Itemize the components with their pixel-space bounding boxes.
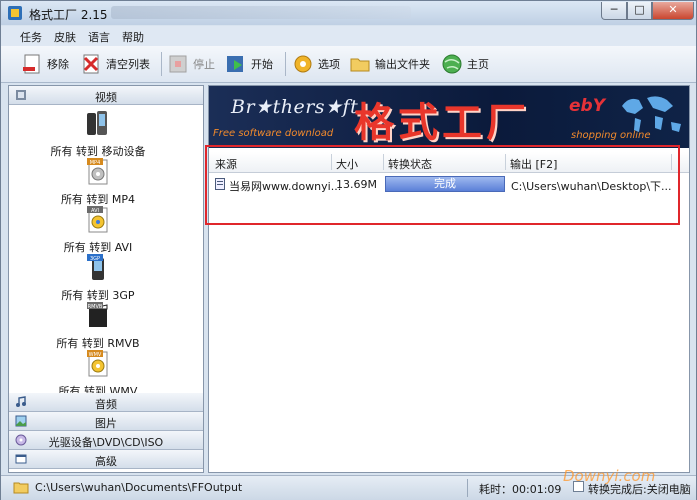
start-label: 开始 xyxy=(251,58,273,71)
world-map-icon xyxy=(622,96,681,132)
menu-skin[interactable]: 皮肤 xyxy=(54,29,76,45)
video-item-mp4[interactable]: MP4 所有 转到 MP4 xyxy=(9,157,187,207)
status-separator xyxy=(467,479,468,497)
toolbar-separator xyxy=(285,52,286,76)
svg-text:AVI: AVI xyxy=(91,208,99,214)
output-folder-button[interactable]: 输出文件夹 xyxy=(349,50,430,78)
task-panel: Br★thers★ft Free software download 格式工厂 … xyxy=(208,85,690,473)
ebay-logo: ebY xyxy=(569,96,606,116)
folder-icon xyxy=(350,58,370,72)
video-item-rmvb[interactable]: RMVB 所有 转到 RMVB xyxy=(9,301,187,351)
title-bar: 格式工厂 2.15 ─ □ ✕ xyxy=(1,1,696,25)
3gp-icon: 3GP xyxy=(87,254,104,280)
category-video[interactable]: 视频 xyxy=(9,86,203,105)
banner-title: 格式工厂 xyxy=(354,100,530,146)
remove-icon xyxy=(23,54,40,74)
mobile-device-icon xyxy=(87,111,107,135)
highlight-box xyxy=(205,145,680,225)
remove-label: 移除 xyxy=(47,58,69,71)
start-button[interactable]: 开始 xyxy=(225,50,273,78)
toolbar-separator xyxy=(161,52,162,76)
category-dvd[interactable]: 光驱设备\DVD\CD\ISO xyxy=(9,431,203,450)
wmv-icon: WMV xyxy=(87,350,108,377)
options-label: 选项 xyxy=(318,58,340,71)
menu-bar: 任务 皮肤 语言 帮助 xyxy=(1,26,696,46)
category-label: 高级 xyxy=(95,455,117,468)
menu-task[interactable]: 任务 xyxy=(20,29,42,45)
folder-icon[interactable] xyxy=(13,480,29,494)
video-item-wmv[interactable]: WMV 所有 转到 WMV xyxy=(9,349,187,393)
ad-banner[interactable]: Br★thers★ft Free software download 格式工厂 … xyxy=(209,86,689,148)
clear-list-label: 清空列表 xyxy=(106,58,150,71)
remove-button[interactable]: 移除 xyxy=(21,50,69,78)
output-path: C:\Users\wuhan\Documents\FFOutput xyxy=(35,481,243,494)
category-advanced[interactable]: 高级 xyxy=(9,450,203,469)
svg-text:RMVB: RMVB xyxy=(88,304,103,310)
home-label: 主页 xyxy=(467,58,489,71)
category-panel: 视频 所有 转到 移动设备 MP4 所有 转到 MP4 AVI 所有 转到 AV… xyxy=(8,85,204,473)
menu-language[interactable]: 语言 xyxy=(88,29,110,45)
svg-text:MP4: MP4 xyxy=(90,160,101,166)
video-item-label: 所有 转到 WMV xyxy=(58,385,138,393)
maximize-button[interactable]: □ xyxy=(627,2,652,20)
category-audio[interactable]: 音频 xyxy=(9,393,203,412)
banner-free-text: Free software download xyxy=(213,128,334,139)
gear-icon xyxy=(294,55,312,73)
watermark: Downyi.com xyxy=(563,467,656,485)
video-item-avi[interactable]: AVI 所有 转到 AVI xyxy=(9,205,187,255)
menu-help[interactable]: 帮助 xyxy=(122,29,144,45)
toolbar: 移除 清空列表 停止 开始 选项 输出文件夹 主页 xyxy=(1,46,696,83)
avi-icon: AVI xyxy=(87,206,108,233)
globe-icon xyxy=(442,54,462,74)
stop-label: 停止 xyxy=(193,58,215,71)
title-blur xyxy=(111,6,411,19)
start-icon xyxy=(227,56,243,72)
brothersoft-logo: Br★thers★ft xyxy=(231,96,359,118)
category-label: 音频 xyxy=(95,398,117,411)
rmvb-icon: RMVB xyxy=(87,302,108,327)
home-button[interactable]: 主页 xyxy=(441,50,489,78)
video-item-mobile[interactable]: 所有 转到 移动设备 xyxy=(9,109,187,159)
category-label: 光驱设备\DVD\CD\ISO xyxy=(48,436,164,449)
category-label: 视频 xyxy=(95,91,117,104)
category-image[interactable]: 图片 xyxy=(9,412,203,431)
clear-list-button[interactable]: 清空列表 xyxy=(80,50,150,78)
options-button[interactable]: 选项 xyxy=(292,50,340,78)
svg-text:3GP: 3GP xyxy=(90,256,100,262)
minimize-button[interactable]: ─ xyxy=(601,2,627,20)
stop-button[interactable]: 停止 xyxy=(167,50,215,78)
video-item-list: 所有 转到 移动设备 MP4 所有 转到 MP4 AVI 所有 转到 AVI 3… xyxy=(9,105,203,393)
video-item-3gp[interactable]: 3GP 所有 转到 3GP xyxy=(9,253,187,303)
svg-text:WMV: WMV xyxy=(89,352,102,358)
elapsed-time: 耗时：00:01:09 xyxy=(479,483,562,496)
app-window: 格式工厂 2.15 ─ □ ✕ 任务 皮肤 语言 帮助 移除 清空列表 停止 开… xyxy=(0,0,697,500)
stop-icon xyxy=(169,55,187,73)
window-title: 格式工厂 2.15 xyxy=(29,8,108,22)
app-icon xyxy=(8,6,22,20)
output-folder-label: 输出文件夹 xyxy=(375,58,430,71)
close-button[interactable]: ✕ xyxy=(652,2,694,20)
mp4-icon: MP4 xyxy=(87,158,108,185)
clear-list-icon xyxy=(83,54,99,74)
category-label: 图片 xyxy=(95,417,117,430)
